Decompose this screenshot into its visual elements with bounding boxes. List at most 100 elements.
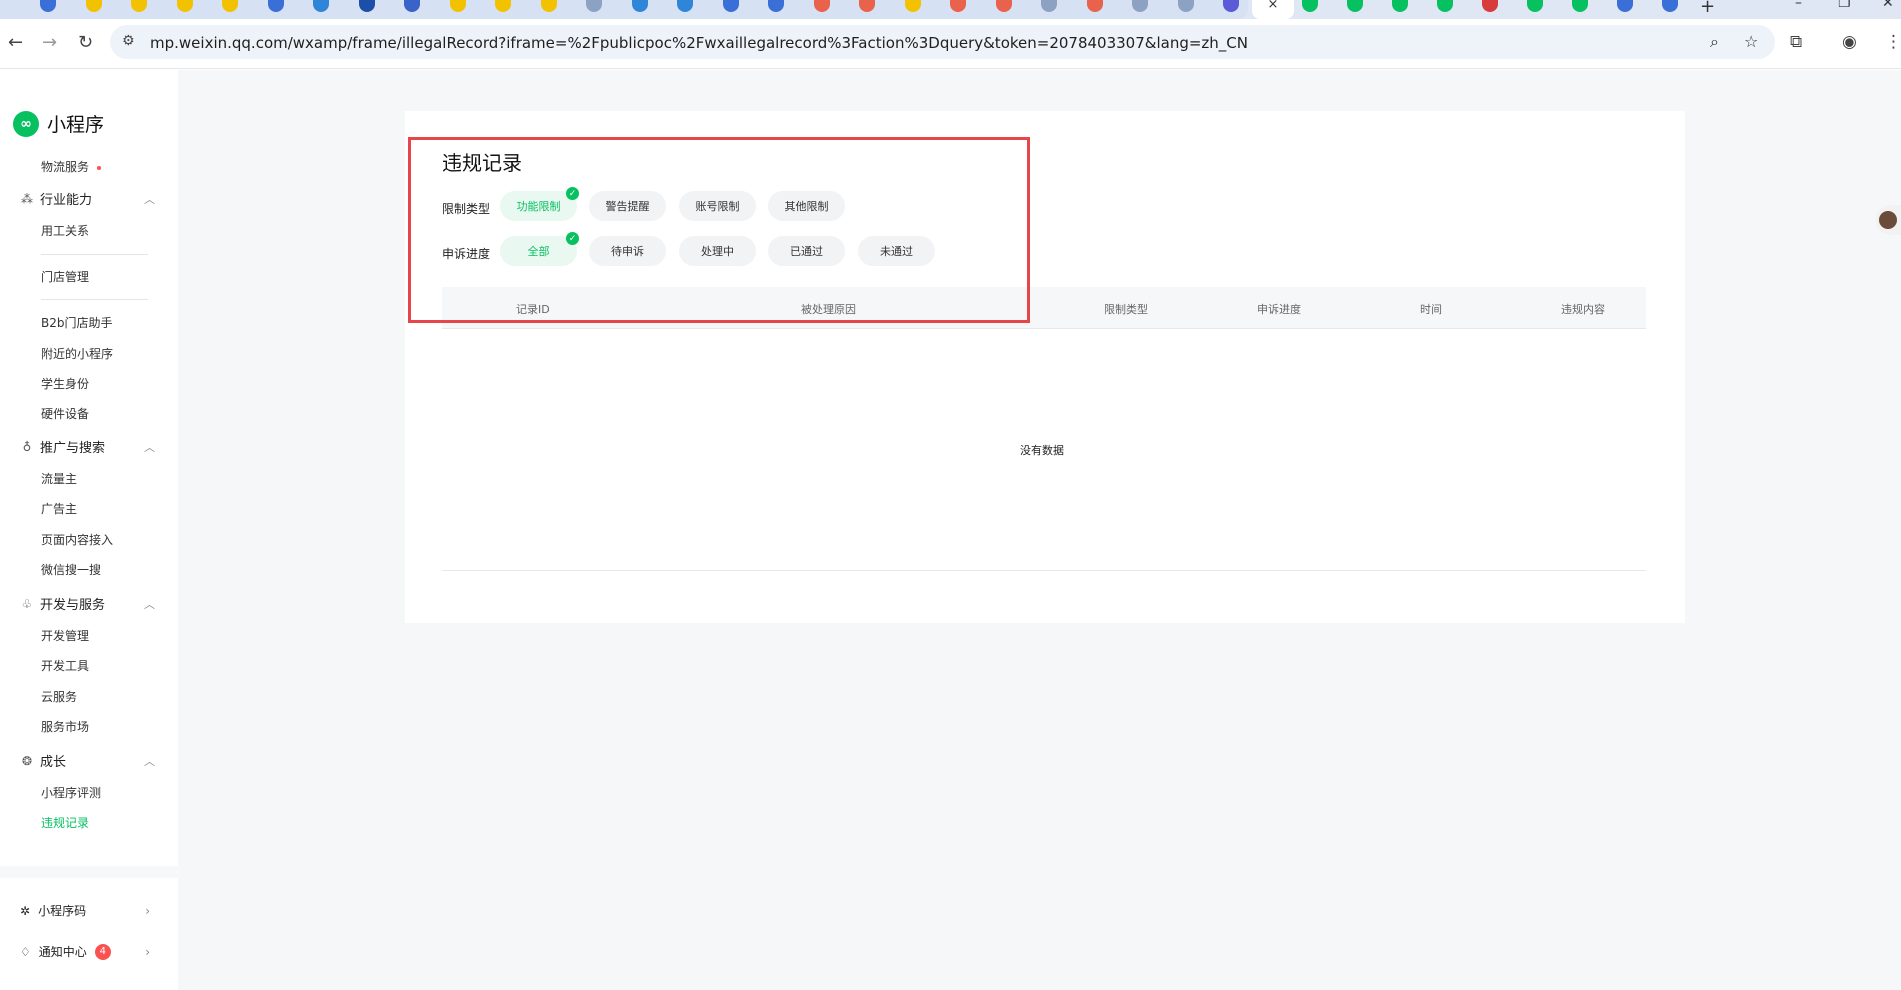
browser-tab[interactable] (163, 0, 207, 19)
browser-tab[interactable] (26, 0, 70, 19)
sidebar-item-evaluation[interactable]: 小程序评测 (41, 784, 101, 801)
sidebar-footer-separator (0, 866, 178, 878)
sidebar-notifications[interactable]: ♢ 通知中心 4 › (20, 943, 150, 960)
chevron-up-icon: ︿ (144, 597, 155, 611)
browser-tab[interactable] (390, 0, 434, 19)
brand[interactable]: ∞ 小程序 (13, 110, 104, 137)
browser-tab[interactable] (1513, 0, 1557, 19)
sidebar-item-dev-manage[interactable]: 开发管理 (41, 627, 89, 644)
browser-tab[interactable] (345, 0, 389, 19)
sidebar-group-promotion[interactable]: ♁ 推广与搜索 ︿ (20, 437, 155, 457)
tabs-area (0, 0, 1248, 19)
sidebar-item-dev-tools[interactable]: 开发工具 (41, 657, 89, 674)
minimize-icon[interactable]: – (1795, 0, 1802, 11)
sidebar-item-advertiser[interactable]: 广告主 (41, 500, 77, 517)
tab-favicon-icon (495, 0, 511, 12)
address-bar[interactable]: ⚙ mp.weixin.qq.com/wxamp/frame/illegalRe… (110, 25, 1775, 59)
tab-favicon-icon (358, 0, 375, 12)
tab-favicon-icon (586, 0, 602, 12)
sidebar-item-nearby[interactable]: 附近的小程序 (41, 345, 113, 362)
browser-tab[interactable] (1603, 0, 1647, 19)
sidebar-item-hardware[interactable]: 硬件设备 (41, 405, 89, 422)
sidebar-item-traffic[interactable]: 流量主 (41, 470, 77, 487)
industry-icon: ⁂ (21, 191, 33, 206)
browser-tab[interactable] (481, 0, 525, 19)
browser-tab[interactable] (1118, 0, 1162, 19)
browser-tab[interactable] (299, 0, 343, 19)
divider (41, 254, 148, 255)
browser-tab[interactable] (663, 0, 707, 19)
browser-toolbar: ← → ↻ ⚙ mp.weixin.qq.com/wxamp/frame/ill… (0, 19, 1901, 69)
browser-tab[interactable] (1288, 0, 1332, 19)
browser-tab[interactable] (1027, 0, 1071, 19)
browser-tab[interactable] (1164, 0, 1208, 19)
sidebar-item-market[interactable]: 服务市场 (41, 718, 89, 735)
zoom-icon[interactable]: ⌕ (1710, 32, 1719, 52)
browser-tab[interactable] (1209, 0, 1253, 19)
close-tab-icon[interactable]: × (1268, 0, 1279, 11)
sidebar-group-industry[interactable]: ⁂ 行业能力 ︿ (20, 189, 155, 209)
url-text[interactable]: mp.weixin.qq.com/wxamp/frame/illegalReco… (150, 34, 1248, 52)
menu-kebab-icon[interactable]: ⋮ (1885, 32, 1901, 52)
browser-tab[interactable] (754, 0, 798, 19)
back-icon[interactable]: ← (8, 32, 23, 53)
tab-favicon-icon (1177, 0, 1194, 12)
profile-icon[interactable]: ◉ (1842, 32, 1857, 52)
browser-tab[interactable] (254, 0, 298, 19)
tab-favicon-icon (1302, 0, 1318, 12)
browser-tab[interactable] (436, 0, 480, 19)
sidebar-group-growth[interactable]: ❂ 成长 ︿ (20, 751, 155, 771)
browser-tab[interactable] (800, 0, 844, 19)
sidebar-qrcode[interactable]: ✲ 小程序码 › (20, 902, 150, 919)
growth-icon: ❂ (21, 753, 33, 768)
new-tab-button[interactable]: + (1700, 0, 1715, 17)
site-info-icon[interactable]: ⚙ (122, 33, 135, 49)
browser-tab[interactable] (891, 0, 935, 19)
browser-tab[interactable] (117, 0, 161, 19)
restore-icon[interactable]: ❐ (1838, 0, 1851, 11)
sidebar-item-store[interactable]: 门店管理 (41, 268, 89, 285)
sidebar-item-cloud[interactable]: 云服务 (41, 688, 77, 705)
browser-tab[interactable] (936, 0, 980, 19)
forward-icon[interactable]: → (42, 32, 57, 53)
sidebar-item-labor[interactable]: 用工关系 (41, 222, 89, 239)
bookmark-star-icon[interactable]: ☆ (1744, 32, 1758, 51)
browser-tabstrip: × + – ❐ ✕ (0, 0, 1901, 19)
sidebar-item-search[interactable]: 微信搜一搜 (41, 561, 101, 578)
sidebar-item-b2b[interactable]: B2b门店助手 (41, 314, 113, 331)
sidebar-group-dev[interactable]: ♧ 开发与服务 ︿ (20, 594, 155, 614)
browser-tab[interactable] (72, 0, 116, 19)
browser-tab[interactable] (1558, 0, 1602, 19)
browser-tab[interactable] (709, 0, 753, 19)
extensions-icon[interactable]: ⧉ (1790, 32, 1802, 52)
tab-favicon-icon (1132, 0, 1148, 12)
browser-tab[interactable] (982, 0, 1026, 19)
annotation-highlight-box (408, 137, 1030, 323)
browser-tab[interactable] (1333, 0, 1377, 19)
tab-favicon-icon (1482, 0, 1498, 12)
browser-tab[interactable] (1073, 0, 1117, 19)
browser-tab[interactable] (527, 0, 571, 19)
sidebar-item-content[interactable]: 页面内容接入 (41, 531, 113, 548)
sidebar-item-logistics[interactable]: 物流服务 (41, 158, 102, 175)
qrcode-icon: ✲ (20, 903, 31, 918)
browser-tab[interactable] (1378, 0, 1422, 19)
browser-tab[interactable] (618, 0, 662, 19)
tab-favicon-icon (813, 0, 830, 12)
close-window-icon[interactable]: ✕ (1882, 0, 1894, 11)
reload-icon[interactable]: ↻ (78, 32, 93, 53)
sidebar-item-violations[interactable]: 违规记录 (41, 814, 89, 831)
browser-tab[interactable] (1468, 0, 1512, 19)
tab-favicon-icon (1527, 0, 1543, 12)
browser-tab[interactable] (1423, 0, 1467, 19)
browser-tab[interactable] (208, 0, 252, 19)
floating-assistant-avatar[interactable] (1876, 205, 1901, 235)
tab-favicon-icon (1041, 0, 1057, 12)
browser-tab[interactable] (1648, 0, 1692, 19)
browser-tab[interactable] (572, 0, 616, 19)
column-appeal-progress: 申诉进度 (1257, 303, 1301, 316)
browser-tab[interactable] (845, 0, 889, 19)
sidebar-item-student[interactable]: 学生身份 (41, 375, 89, 392)
tab-favicon-icon (677, 0, 693, 12)
tab-favicon-icon (176, 0, 193, 12)
